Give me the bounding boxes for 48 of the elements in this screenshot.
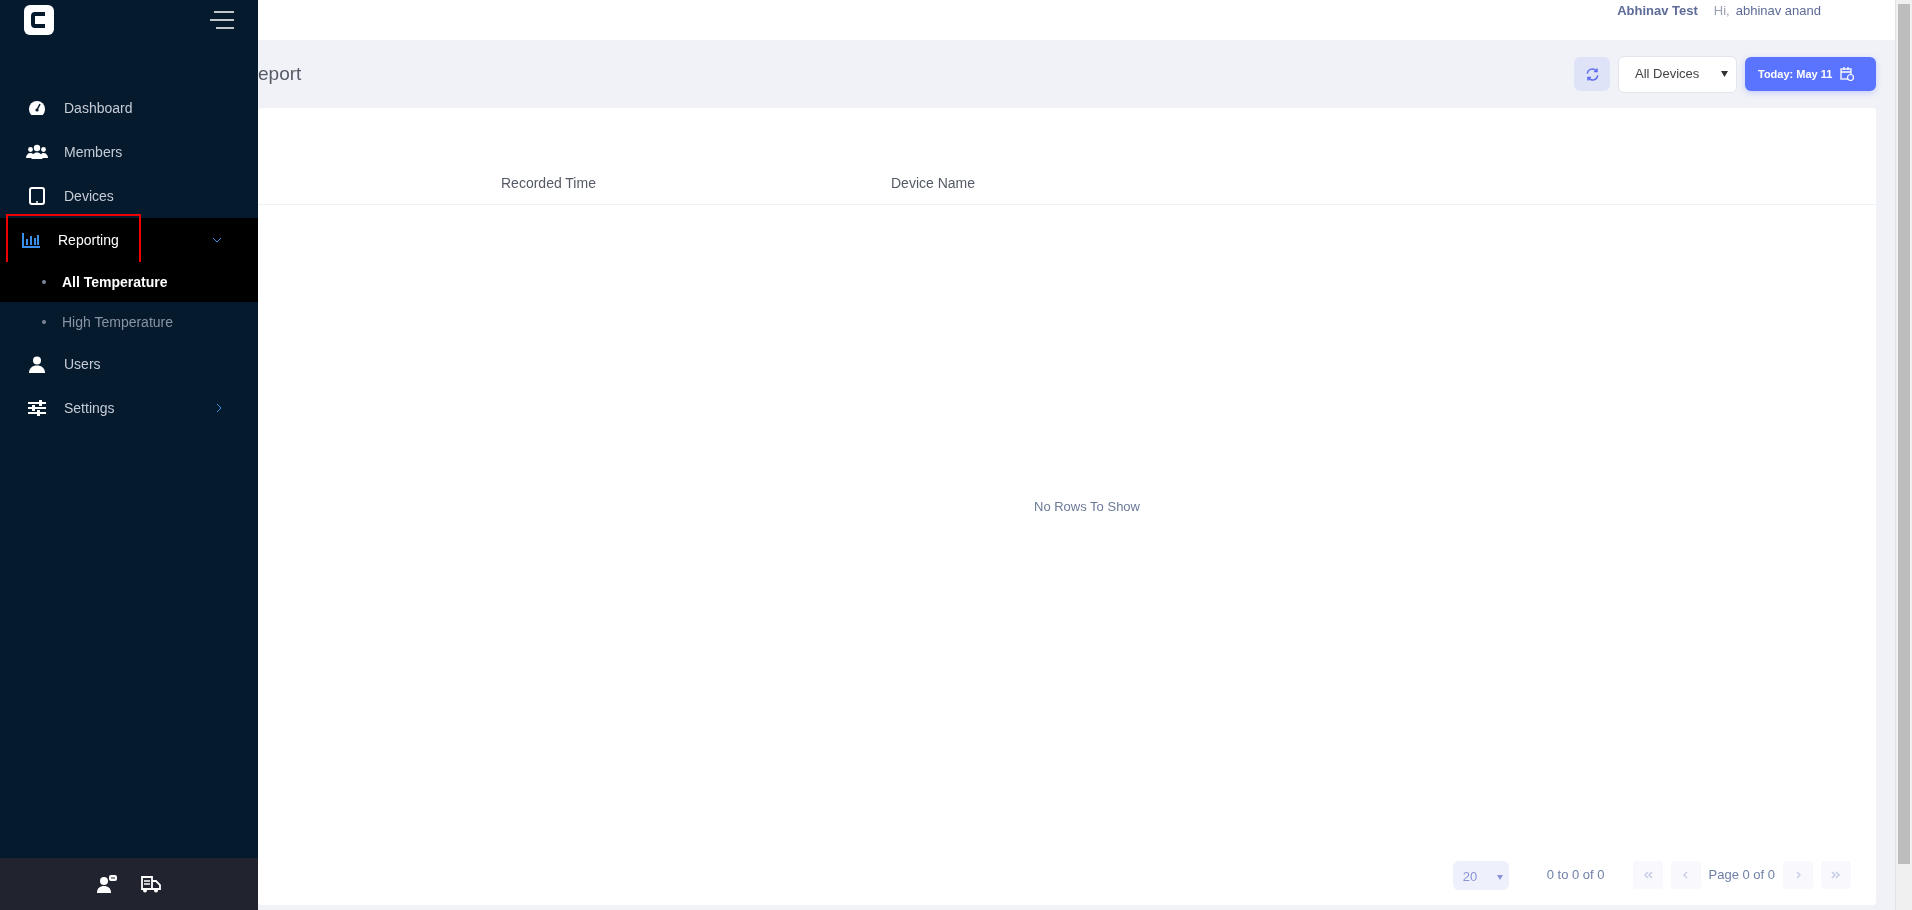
submenu-item[interactable]: All Temperature	[0, 262, 258, 302]
gauge-icon	[28, 100, 46, 116]
caret-icon	[1721, 71, 1728, 77]
greeting-text: Hi,	[1713, 2, 1730, 20]
page-range: 0 to 0 of 0	[1546, 866, 1605, 885]
menu-icon[interactable]	[210, 10, 234, 30]
menu-item[interactable]: Users	[0, 342, 258, 386]
tablet-icon	[29, 187, 45, 205]
empty-message: No Rows To Show	[1034, 498, 1140, 517]
submenu-item[interactable]: High Temperature	[0, 302, 258, 342]
chevron-down-icon	[212, 237, 222, 243]
refresh-icon	[1584, 66, 1600, 82]
menu-label: Users	[64, 354, 101, 374]
double-chevron-icon	[1642, 871, 1653, 879]
menu-label: Dashboard	[64, 98, 133, 118]
bullet-icon	[42, 320, 46, 324]
truck-icon[interactable]	[141, 875, 161, 893]
bullet-icon	[42, 280, 46, 284]
double-chevron-icon	[1831, 871, 1841, 879]
bar-chart-icon	[22, 232, 40, 248]
chevron-icon	[1682, 871, 1689, 879]
device-select[interactable]: All Devices	[1618, 55, 1737, 93]
menu-label: Settings	[64, 398, 115, 418]
column-header[interactable]: Recorded Time	[501, 173, 891, 194]
menu-item[interactable]: Settings	[0, 386, 258, 430]
page-indicator: Page 0 of 0	[1708, 866, 1775, 885]
menu-label: Members	[64, 142, 123, 162]
page-title: eport	[258, 61, 302, 86]
user-name[interactable]: abhinav anand	[1735, 1, 1821, 21]
chevron-icon	[1795, 871, 1801, 879]
menu-item[interactable]: Devices	[0, 174, 258, 218]
sliders-icon	[28, 400, 46, 416]
menu-label: Devices	[64, 186, 114, 206]
company-name: Abhinav Test	[1617, 2, 1698, 20]
chevron-right-icon	[216, 403, 222, 413]
caret-icon	[1496, 874, 1503, 880]
menu-item[interactable]: Members	[0, 130, 258, 174]
menu-item[interactable]: Dashboard	[0, 86, 258, 130]
group-icon	[26, 144, 48, 160]
scrollbar[interactable]	[1895, 0, 1912, 910]
date-button[interactable]: Today: May 11	[1745, 57, 1876, 91]
menu-label: Reporting	[58, 230, 119, 250]
refresh-button[interactable]	[1574, 57, 1610, 91]
user-icon	[29, 355, 45, 373]
column-header[interactable]: Device Name	[891, 173, 1281, 194]
calendar-icon	[1840, 67, 1855, 81]
logo-icon[interactable]	[24, 5, 54, 35]
support-agent-icon[interactable]	[97, 875, 117, 893]
